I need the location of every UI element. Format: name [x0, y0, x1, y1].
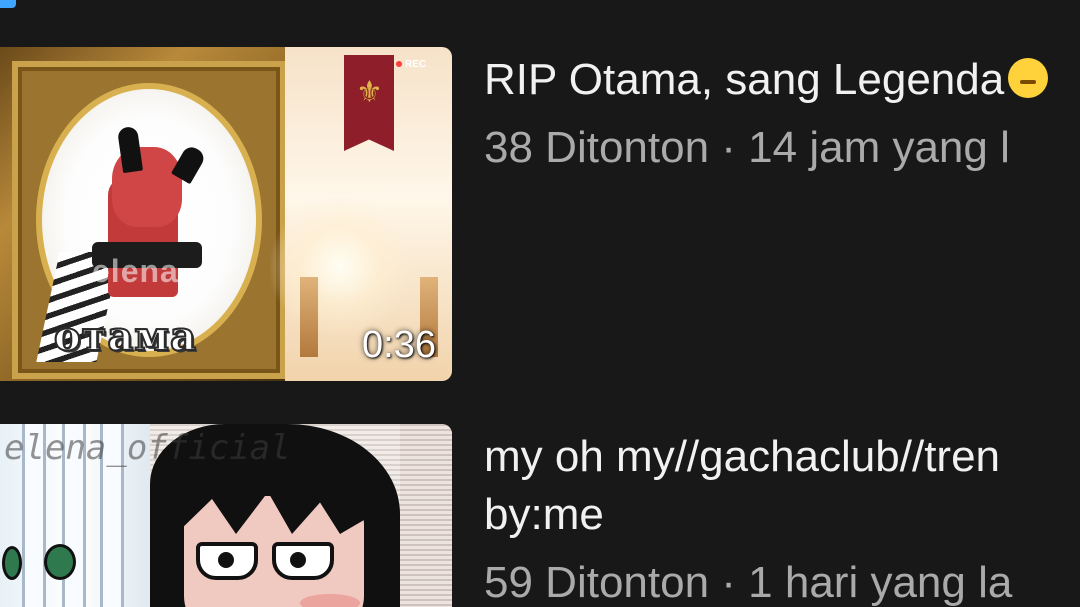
face-emoji-icon: [1008, 58, 1049, 98]
thumbnail-art-right-bg: [400, 424, 452, 607]
video-feed: ⚜ REC elena отама 0:36 RIP Otama, sang L…: [0, 0, 1080, 607]
thumbnail-art-eye: [272, 542, 334, 580]
thumbnail-art-pillar: [300, 277, 318, 357]
rec-dot-icon: [396, 61, 402, 68]
thumbnail-watermark: elena_official: [4, 428, 291, 468]
thumbnail-art-eye: [2, 546, 22, 580]
fleur-de-lis-icon: ⚜: [356, 76, 383, 109]
video-title[interactable]: RIP Otama, sang Legenda: [484, 51, 1080, 109]
video-item[interactable]: elena_official my oh my//gachaclub//tren…: [0, 424, 1080, 607]
thumbnail-art-pupil: [290, 552, 306, 568]
video-title-text: RIP Otama, sang Legenda: [484, 55, 1005, 104]
video-stats: 38 Ditonton · 14 jam yang l: [484, 123, 1010, 172]
thumbnail-art-eye: [196, 542, 258, 580]
video-meta[interactable]: RIP Otama, sang Legenda 38 Ditonton · 14…: [484, 47, 1080, 177]
thumbnail-art-glow: [270, 197, 410, 337]
thumbnail-watermark: elena: [92, 253, 179, 289]
top-bar: [0, 0, 1080, 30]
video-stats: 59 Ditonton · 1 hari yang la: [484, 558, 1013, 607]
video-duration: 0:36: [362, 324, 436, 366]
rec-badge: REC: [396, 59, 426, 70]
video-item[interactable]: ⚜ REC elena отама 0:36 RIP Otama, sang L…: [0, 47, 1080, 382]
thumbnail-art-eye: [44, 544, 76, 580]
video-thumbnail[interactable]: elena_official: [0, 424, 452, 607]
rec-badge-label: REC: [405, 59, 427, 70]
thumbnail-caption: отама: [53, 312, 198, 361]
video-title-line2[interactable]: by:me: [484, 486, 1080, 544]
video-meta[interactable]: my oh my//gachaclub//tren by:me 59 Diton…: [484, 424, 1080, 607]
thumbnail-art-pupil: [218, 552, 234, 568]
video-title[interactable]: my oh my//gachaclub//tren: [484, 428, 1080, 486]
top-accent-indicator: [0, 0, 16, 8]
video-thumbnail[interactable]: ⚜ REC elena отама 0:36: [0, 47, 452, 381]
thumbnail-art-blush: [300, 594, 360, 607]
